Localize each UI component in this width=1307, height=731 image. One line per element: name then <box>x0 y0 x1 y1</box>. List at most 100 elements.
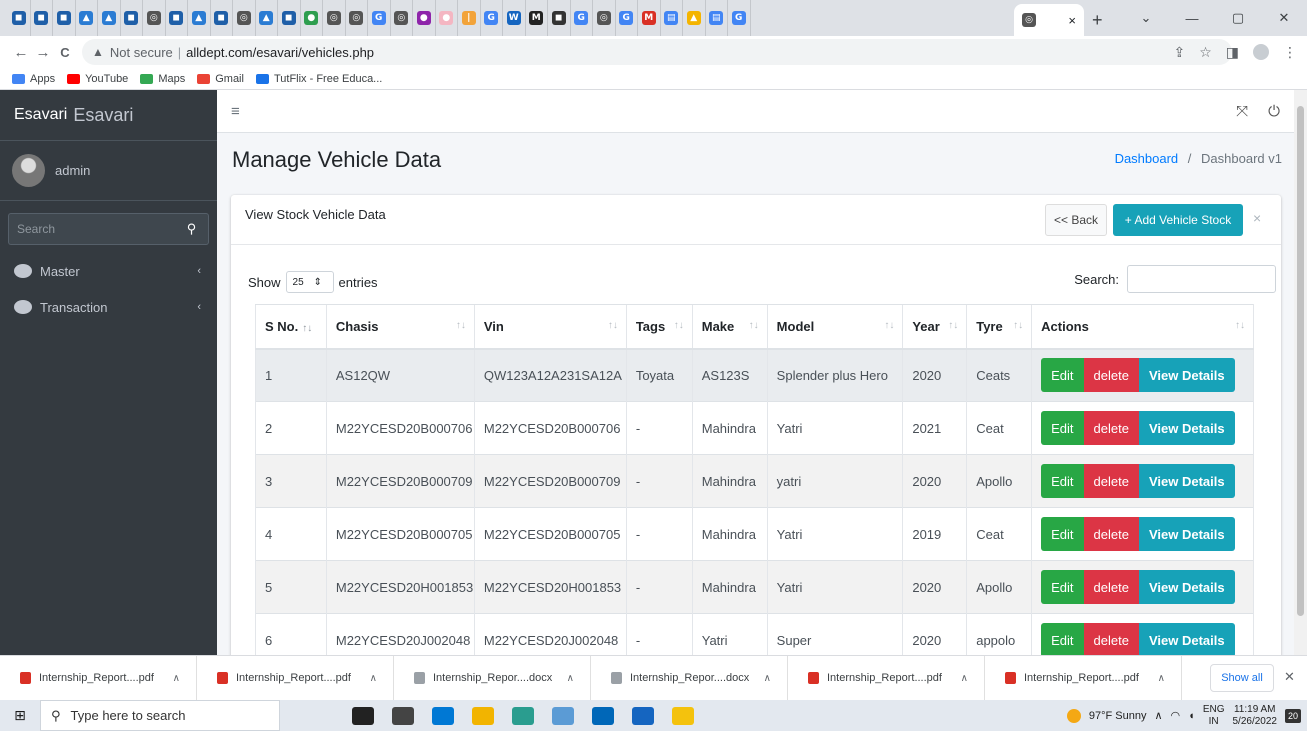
download-item[interactable]: Internship_Report....pdf ∧ <box>985 655 1182 701</box>
sidepanel-icon[interactable]: ◨ <box>1226 44 1239 61</box>
windows-start-icon[interactable]: ⊞ <box>0 707 40 724</box>
download-item[interactable]: Internship_Repor....docx ∧ <box>591 655 788 701</box>
network-icon[interactable]: ◠ <box>1171 709 1181 722</box>
url-text[interactable]: alldept.com/esavari/vehicles.php <box>186 45 374 60</box>
bookmark-maps[interactable]: Maps <box>140 73 185 85</box>
chevron-up-icon[interactable]: ∧ <box>961 673 968 684</box>
column-header-tyre[interactable]: Tyre ↑↓ <box>966 304 1032 350</box>
bookmark-star-icon[interactable]: ☆ <box>1199 44 1212 61</box>
column-header-year[interactable]: Year ↑↓ <box>902 304 967 350</box>
active-tab[interactable]: ◎ × <box>1014 4 1084 36</box>
volume-icon[interactable]: ◖ <box>1188 710 1195 722</box>
delete-button[interactable]: delete <box>1083 623 1139 655</box>
edit-button[interactable]: Edit <box>1041 517 1084 551</box>
fullscreen-icon[interactable]: ⤧ <box>1236 103 1248 120</box>
sidebar-item-transaction[interactable]: Transaction ‹ <box>0 289 217 325</box>
column-header-actions[interactable]: Actions ↑↓ <box>1031 304 1254 350</box>
omnibox[interactable]: ▲ Not secure | alldept.com/esavari/vehic… <box>82 39 1232 65</box>
column-header-tags[interactable]: Tags ↑↓ <box>625 304 693 350</box>
view-details-button[interactable]: View Details <box>1138 358 1235 393</box>
chevron-up-icon[interactable]: ∧ <box>567 673 574 684</box>
sidebar-item-master[interactable]: Master ‹ <box>0 253 217 289</box>
column-header-chasis[interactable]: Chasis ↑↓ <box>325 304 475 350</box>
show-all-downloads-button[interactable]: Show all <box>1210 664 1274 692</box>
back-button[interactable]: << Back <box>1045 204 1107 236</box>
browser-tab[interactable]: W <box>503 0 526 36</box>
taskbar-app-icon[interactable] <box>472 706 494 725</box>
kebab-menu-icon[interactable]: ⋮ <box>1283 44 1297 61</box>
view-details-button[interactable]: View Details <box>1138 517 1235 551</box>
browser-tab[interactable]: G <box>616 0 638 36</box>
download-item[interactable]: Internship_Report....pdf ∧ <box>197 655 394 701</box>
browser-tab[interactable]: ◼ <box>8 0 31 36</box>
browser-tab[interactable]: ▤ <box>706 0 728 36</box>
delete-button[interactable]: delete <box>1083 570 1139 604</box>
weather-text[interactable]: 97°F Sunny <box>1089 710 1147 722</box>
bookmark-youtube[interactable]: YouTube <box>67 73 128 85</box>
add-vehicle-stock-button[interactable]: + Add Vehicle Stock <box>1113 204 1243 236</box>
sidebar-search-input[interactable] <box>8 213 175 245</box>
browser-tab[interactable]: ◼ <box>211 0 233 36</box>
column-header-make[interactable]: Make ↑↓ <box>691 304 768 350</box>
browser-tab[interactable]: G <box>728 0 751 36</box>
back-button[interactable]: ← <box>10 44 32 61</box>
scrollbar-thumb[interactable] <box>1297 106 1304 616</box>
view-details-button[interactable]: View Details <box>1138 623 1235 655</box>
chevron-up-icon[interactable]: ∧ <box>1158 673 1165 684</box>
browser-tab[interactable]: ◼ <box>53 0 76 36</box>
taskbar-app-icon[interactable] <box>632 706 654 725</box>
download-item[interactable]: Internship_Report....pdf ∧ <box>0 655 197 701</box>
taskbar-app-icon[interactable] <box>512 706 534 725</box>
bookmark-apps[interactable]: Apps <box>12 73 55 85</box>
download-item[interactable]: Internship_Repor....docx ∧ <box>394 655 591 701</box>
minimize-button[interactable]: — <box>1169 11 1215 26</box>
browser-tab[interactable]: ● <box>301 0 323 36</box>
forward-button[interactable]: → <box>32 44 54 61</box>
column-header-sno[interactable]: S No. ↑↓ <box>255 304 327 350</box>
browser-tab[interactable]: G <box>481 0 503 36</box>
taskbar-app-icon[interactable] <box>432 706 454 725</box>
browser-tab[interactable]: ▲ <box>76 0 98 36</box>
close-window-button[interactable]: ✕ <box>1261 10 1307 26</box>
browser-tab[interactable]: G <box>368 0 391 36</box>
delete-button[interactable]: delete <box>1083 411 1139 445</box>
browser-tab[interactable]: ◼ <box>121 0 143 36</box>
language-indicator[interactable]: ENG IN <box>1203 704 1225 728</box>
entries-select[interactable]: 25 ⇕ <box>285 271 334 293</box>
browser-tab[interactable]: ◼ <box>166 0 188 36</box>
tab-search-icon[interactable]: ⌄ <box>1123 10 1169 26</box>
browser-tab[interactable]: ◎ <box>346 0 368 36</box>
edit-button[interactable]: Edit <box>1041 464 1084 498</box>
edit-button[interactable]: Edit <box>1041 411 1084 445</box>
clock[interactable]: 11:19 AM 5/26/2022 <box>1232 704 1277 728</box>
profile-avatar[interactable] <box>1253 44 1269 60</box>
view-details-button[interactable]: View Details <box>1138 570 1235 604</box>
power-icon[interactable]: ⏻ <box>1268 103 1280 120</box>
table-search-input[interactable] <box>1127 265 1276 293</box>
sidebar-search-button[interactable]: ⚲ <box>175 213 209 245</box>
edit-button[interactable]: Edit <box>1041 623 1084 655</box>
delete-button[interactable]: delete <box>1083 517 1139 551</box>
taskbar-app-icon[interactable] <box>352 706 374 725</box>
browser-tab[interactable]: M <box>526 0 548 36</box>
breadcrumb-dashboard-link[interactable]: Dashboard <box>1115 151 1179 166</box>
delete-button[interactable]: delete <box>1083 464 1139 498</box>
edit-button[interactable]: Edit <box>1041 358 1084 393</box>
taskbar-app-icon[interactable] <box>672 706 694 725</box>
bookmark-tutflix[interactable]: TutFlix - Free Educa... <box>255 73 382 85</box>
taskbar-search[interactable]: ⚲ Type here to search <box>40 700 280 731</box>
browser-tab[interactable]: | <box>458 0 481 36</box>
maximize-button[interactable]: ▢ <box>1215 10 1261 26</box>
browser-tab[interactable]: ◎ <box>593 0 616 36</box>
browser-tab[interactable]: ▲ <box>683 0 706 36</box>
browser-tab[interactable]: M <box>638 0 661 36</box>
edit-button[interactable]: Edit <box>1041 570 1084 604</box>
share-icon[interactable]: ⇪ <box>1173 44 1185 61</box>
brand-link[interactable]: Esavari Esavari <box>0 90 217 141</box>
browser-tab[interactable]: ▲ <box>98 0 121 36</box>
browser-tab[interactable]: ◼ <box>31 0 53 36</box>
notification-icon[interactable]: 20 <box>1284 708 1301 723</box>
chevron-up-icon[interactable]: ∧ <box>173 673 180 684</box>
view-details-button[interactable]: View Details <box>1138 411 1235 445</box>
column-header-vin[interactable]: Vin ↑↓ <box>473 304 627 350</box>
